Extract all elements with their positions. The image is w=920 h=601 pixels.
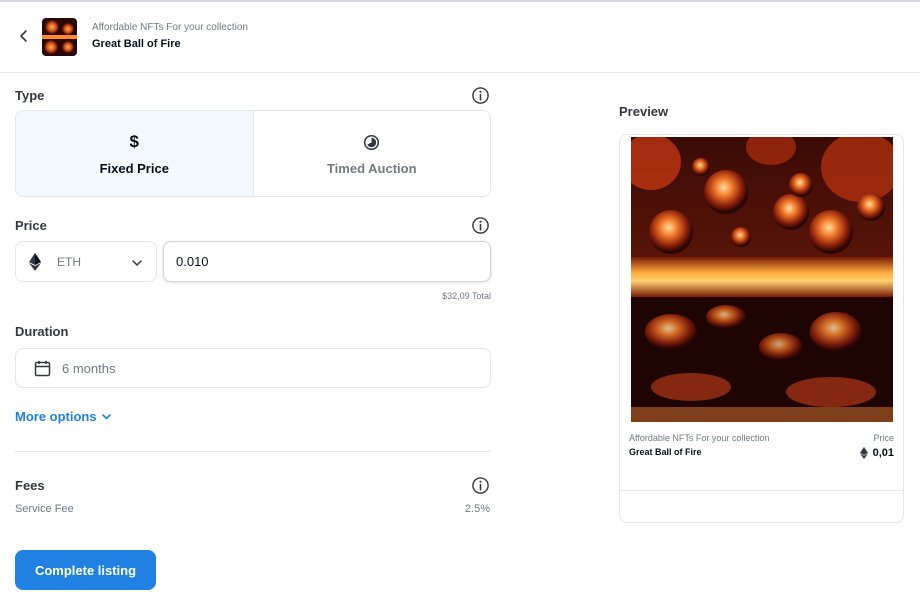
clock-icon [364, 134, 380, 150]
type-label: Type [15, 88, 45, 103]
preview-price-value: 0,01 [872, 447, 894, 459]
calendar-icon [34, 360, 51, 377]
nft-thumbnail[interactable] [42, 18, 77, 56]
more-options-label: More options [15, 409, 97, 424]
dollar-icon: $ [129, 132, 139, 151]
fixed-price-option[interactable]: $ Fixed Price [16, 111, 253, 196]
price-label: Price [15, 218, 47, 233]
chevron-down-icon [101, 414, 111, 420]
fees-label: Fees [15, 478, 45, 493]
duration-select[interactable]: 6 months [15, 348, 491, 388]
preview-card[interactable]: Affordable NFTs For your collection Grea… [619, 134, 904, 523]
timed-auction-option[interactable]: Timed Auction [252, 111, 491, 196]
price-amount-input[interactable] [163, 241, 491, 282]
section-divider [15, 451, 491, 452]
more-options-toggle[interactable]: More options [15, 409, 112, 424]
ethereum-icon [29, 253, 41, 271]
preview-collection-name: Affordable NFTs For your collection [629, 433, 770, 443]
price-total-usd: $32,09 Total [442, 291, 491, 301]
duration-value: 6 months [62, 361, 116, 376]
preview-price-label: Price [873, 433, 894, 443]
chevron-down-icon [132, 260, 142, 266]
info-icon[interactable] [471, 216, 490, 235]
chevron-left-icon [20, 30, 27, 42]
back-button[interactable] [14, 26, 34, 46]
info-icon[interactable] [471, 476, 490, 495]
complete-listing-button[interactable]: Complete listing [15, 550, 156, 590]
fixed-price-label: Fixed Price [99, 161, 169, 176]
service-fee-value: 2.5% [464, 503, 490, 515]
ethereum-icon [859, 447, 868, 459]
timed-auction-label: Timed Auction [326, 161, 417, 176]
nft-preview-image [631, 137, 893, 422]
preview-price: 0,01 [820, 447, 894, 459]
listing-type-selector: $ Fixed Price Timed Auction [15, 110, 491, 197]
preview-title: Preview [619, 104, 669, 119]
currency-select[interactable]: ETH [15, 241, 157, 282]
header-collection-name[interactable]: Affordable NFTs For your collection [92, 22, 248, 33]
duration-label: Duration [15, 324, 69, 339]
header-item-name: Great Ball of Fire [92, 38, 181, 50]
preview-item-name: Great Ball of Fire [629, 447, 702, 457]
info-icon[interactable] [471, 86, 490, 105]
currency-value: ETH [57, 255, 81, 269]
service-fee-label: Service Fee [15, 503, 74, 515]
listing-header: Affordable NFTs For your collection Grea… [0, 2, 920, 73]
card-divider [620, 490, 903, 491]
